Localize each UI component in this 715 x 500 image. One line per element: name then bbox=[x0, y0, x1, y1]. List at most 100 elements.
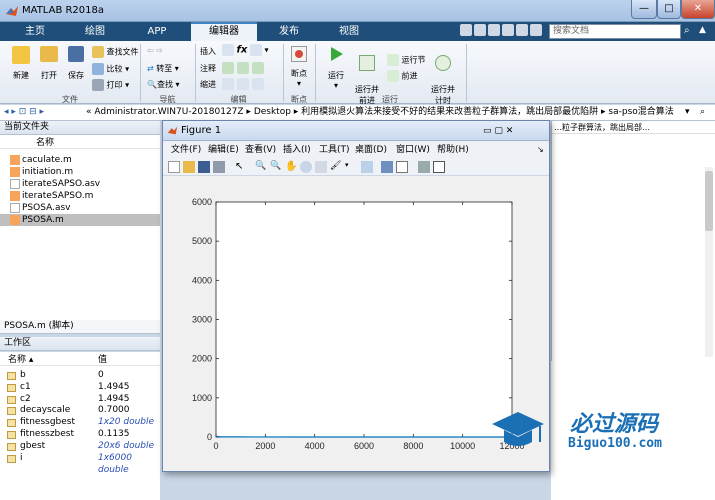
edit-tool-icons[interactable]: fx ▾ bbox=[222, 44, 268, 56]
workspace-row[interactable]: fitnesszbest 0.1135 bbox=[0, 429, 160, 441]
show-plot-tools-icon[interactable] bbox=[433, 161, 445, 173]
maximize-button[interactable]: □ bbox=[657, 0, 681, 19]
tab-apps[interactable]: APP bbox=[128, 22, 186, 41]
new-button[interactable]: 新建 bbox=[8, 46, 34, 81]
zoom-in-icon[interactable]: 🔍 bbox=[255, 161, 267, 173]
compare-button[interactable]: 比较 ▾ bbox=[92, 63, 129, 75]
workspace-row[interactable]: i 1x6000 double bbox=[0, 453, 160, 475]
tab-view[interactable]: 视图 bbox=[320, 22, 378, 41]
comment-button[interactable]: 注释 bbox=[200, 63, 216, 74]
link-plot-icon[interactable] bbox=[361, 161, 373, 173]
file-details-bar[interactable]: PSOSA.m (脚本) bbox=[0, 320, 160, 334]
search-icon[interactable]: ⌕ bbox=[684, 25, 690, 36]
insert-button[interactable]: 插入 bbox=[200, 46, 216, 57]
editor-scrollbar[interactable] bbox=[705, 167, 713, 357]
file-item[interactable]: PSOSA.asv bbox=[0, 202, 160, 214]
increase-indent-icon[interactable] bbox=[236, 78, 249, 90]
value-column-header[interactable]: 值 bbox=[98, 354, 107, 366]
figure-window-controls[interactable]: ▭ ▢ ✕ bbox=[483, 121, 513, 141]
print-figure-icon[interactable] bbox=[213, 161, 225, 173]
minimize-button[interactable]: — bbox=[631, 0, 657, 19]
workspace-row[interactable]: b0 bbox=[0, 370, 160, 382]
tab-editor[interactable]: 编辑器 bbox=[191, 22, 257, 41]
editor-tab-path[interactable]: …粒子群算法，跳出局部… bbox=[552, 121, 715, 134]
workspace-row[interactable]: gbest 20x6 double bbox=[0, 441, 160, 453]
brush-dropdown-icon[interactable]: ▾ bbox=[345, 161, 357, 173]
insert-func-icon[interactable] bbox=[249, 44, 262, 56]
save-figure-icon[interactable] bbox=[198, 161, 210, 173]
data-cursor-icon[interactable] bbox=[315, 161, 327, 173]
find-files-button[interactable]: 查找文件 bbox=[92, 46, 139, 58]
tab-plots[interactable]: 绘图 bbox=[66, 22, 124, 41]
decrease-indent-icon[interactable] bbox=[251, 78, 264, 90]
file-item[interactable]: initiation.m bbox=[0, 166, 160, 178]
goto-button[interactable]: ⇄ 转至 ▾ bbox=[147, 63, 179, 74]
print-button[interactable]: 打印 ▾ bbox=[92, 79, 129, 91]
file-item[interactable]: iterateSAPSO.m bbox=[0, 190, 160, 202]
open-file-icon[interactable] bbox=[183, 161, 195, 173]
search-documentation-input[interactable]: 搜索文档 bbox=[549, 24, 681, 39]
save-button[interactable]: 保存 bbox=[63, 46, 89, 81]
menu-file[interactable]: 文件(F) bbox=[171, 142, 201, 158]
address-path[interactable]: « Administrator.WIN7U-20180127Z ▸ Deskto… bbox=[86, 105, 674, 120]
menu-edit[interactable]: 编辑(E) bbox=[208, 142, 239, 158]
colorbar-icon[interactable] bbox=[381, 161, 393, 173]
collapse-ribbon-icon[interactable]: ▲ bbox=[699, 25, 706, 35]
smart-indent-icon[interactable] bbox=[222, 78, 234, 90]
paste-icon[interactable] bbox=[502, 24, 514, 36]
zoom-out-icon[interactable]: 🔍 bbox=[270, 161, 282, 173]
cut-icon[interactable] bbox=[474, 24, 486, 36]
hide-plot-tools-icon[interactable] bbox=[418, 161, 430, 173]
name-column-header[interactable]: 名称 ▴ bbox=[8, 354, 33, 366]
uncomment-icon[interactable] bbox=[251, 62, 264, 74]
copy-icon[interactable] bbox=[488, 24, 500, 36]
new-icon bbox=[12, 46, 30, 64]
close-button[interactable]: ✕ bbox=[681, 0, 715, 19]
run-button[interactable]: 运行 ▾ bbox=[323, 46, 349, 90]
workspace-row[interactable]: fitnessgbest 1x20 double bbox=[0, 417, 160, 429]
run-section-button[interactable]: 运行节 bbox=[387, 54, 426, 66]
file-item[interactable]: iterateSAPSO.asv bbox=[0, 178, 160, 190]
workspace-row[interactable]: decayscale 0.7000 bbox=[0, 405, 160, 417]
menu-window[interactable]: 窗口(W) bbox=[396, 142, 430, 158]
undo-icon[interactable] bbox=[516, 24, 528, 36]
rotate-3d-icon[interactable] bbox=[300, 161, 312, 173]
save-icon[interactable] bbox=[460, 24, 472, 36]
menu-desktop[interactable]: 桌面(D) bbox=[355, 142, 387, 158]
menu-view[interactable]: 查看(V) bbox=[245, 142, 276, 158]
editor-pane[interactable]: …粒子群算法，跳出局部… bbox=[551, 121, 715, 361]
address-bar[interactable]: ◂ ▸ ⊡ ⊟ ▸ « Administrator.WIN7U-20180127… bbox=[0, 105, 715, 121]
advance-button[interactable]: 前进 bbox=[387, 70, 418, 82]
search-icon[interactable]: ⌕ bbox=[700, 105, 705, 120]
file-item-selected[interactable]: PSOSA.m bbox=[0, 214, 160, 226]
open-button[interactable]: 打开 bbox=[36, 46, 62, 81]
comment-tool-icons[interactable] bbox=[222, 62, 264, 74]
brush-icon[interactable]: 🖌 bbox=[330, 161, 342, 173]
scrollbar-thumb[interactable] bbox=[705, 171, 713, 231]
tab-home[interactable]: 主页 bbox=[8, 22, 62, 41]
tab-publish[interactable]: 发布 bbox=[260, 22, 318, 41]
menu-insert[interactable]: 插入(I) bbox=[283, 142, 311, 158]
pointer-icon[interactable]: ↖ bbox=[235, 161, 247, 173]
help-icon[interactable] bbox=[530, 24, 542, 36]
pan-icon[interactable]: ✋ bbox=[285, 161, 297, 173]
nav-arrows-icon[interactable]: ◂ ▸ ⊡ ⊟ ▸ bbox=[4, 105, 44, 120]
back-forward-buttons[interactable]: ⇦ ⇨ bbox=[147, 46, 163, 55]
indent-button[interactable]: 缩进 bbox=[200, 79, 216, 90]
legend-icon[interactable] bbox=[396, 161, 408, 173]
new-figure-icon[interactable] bbox=[168, 161, 180, 173]
insert-section-icon[interactable] bbox=[222, 44, 234, 56]
file-item[interactable]: caculate.m bbox=[0, 154, 160, 166]
find-button[interactable]: 🔍查找 ▾ bbox=[147, 79, 180, 90]
fx-icon[interactable]: fx bbox=[237, 45, 248, 56]
address-dropdown[interactable]: ▾ bbox=[685, 105, 690, 120]
indent-tool-icons[interactable] bbox=[222, 78, 264, 90]
wrap-icon[interactable] bbox=[236, 62, 249, 74]
menu-help[interactable]: 帮助(H) bbox=[437, 142, 469, 158]
name-column-header[interactable]: 名称 bbox=[0, 137, 160, 149]
percent-icon[interactable] bbox=[222, 62, 234, 74]
menu-tools[interactable]: 工具(T) bbox=[319, 142, 350, 158]
breakpoints-button[interactable]: 断点 ▾ bbox=[287, 46, 311, 88]
workspace-row[interactable]: c1 1.4945 bbox=[0, 382, 160, 394]
dock-icon[interactable]: ↘ bbox=[537, 142, 544, 158]
